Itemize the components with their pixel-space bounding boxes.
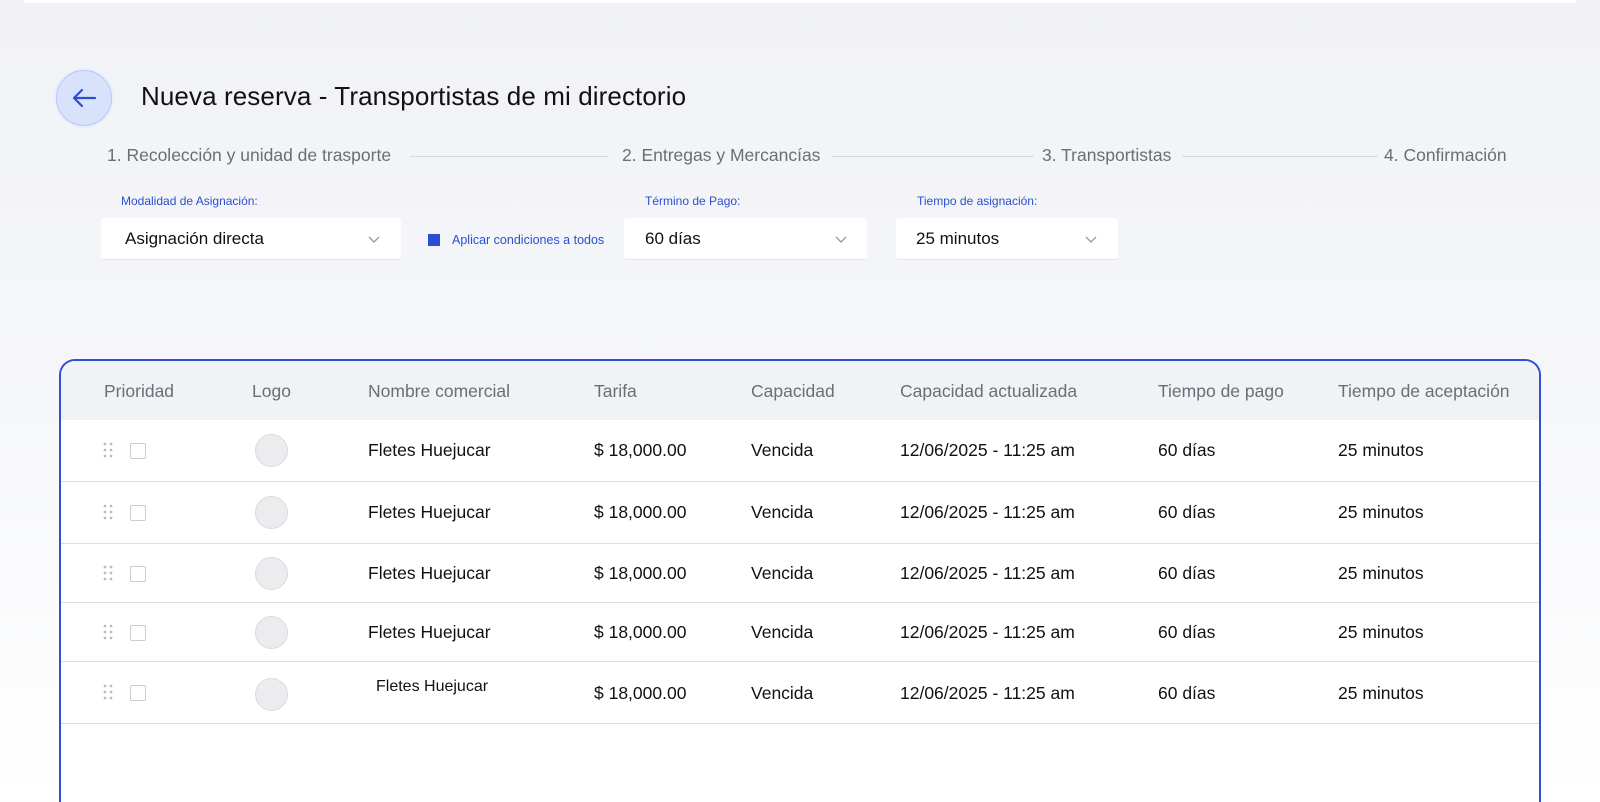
column-header-tiempo-pago: Tiempo de pago [1158,381,1284,401]
drag-handle-icon[interactable] [103,442,113,463]
cell-nombre: Fletes Huejucar [376,678,489,695]
cell-tiempo-aceptacion: 25 minutos [1338,683,1424,703]
step-divider [410,156,608,157]
column-header-tiempo-aceptacion: Tiempo de aceptación [1338,381,1510,401]
tiempo-select[interactable]: 25 minutos [896,218,1118,260]
carrier-logo [255,434,288,467]
step-transportistas[interactable]: 3. Transportistas [1042,145,1171,166]
tiempo-value: 25 minutos [916,229,1000,248]
cell-tiempo-aceptacion: 25 minutos [1338,622,1424,642]
apply-all-label: Aplicar condiciones a todos [452,233,605,247]
checkbox-checked-icon [428,234,440,246]
column-header-capacidad: Capacidad [751,381,835,401]
carrier-logo [255,616,288,649]
cell-capacidad-actualizada: 12/06/2025 - 11:25 am [900,563,1075,583]
table-row[interactable]: Fletes Huejucar $ 18,000.00 Vencida 12/0… [61,603,1539,662]
cell-tarifa: $ 18,000.00 [594,440,687,460]
cell-tiempo-pago: 60 días [1158,502,1216,522]
column-header-tarifa: Tarifa [594,381,637,401]
row-checkbox[interactable] [130,443,146,459]
cell-nombre: Fletes Huejucar [368,440,491,460]
cell-tarifa: $ 18,000.00 [594,622,687,642]
tiempo-label: Tiempo de asignación: [917,194,1038,208]
top-strip [24,0,1576,3]
termino-value: 60 días [645,229,701,248]
termino-select[interactable]: 60 días [624,218,867,260]
cell-tiempo-pago: 60 días [1158,563,1216,583]
cell-tiempo-aceptacion: 25 minutos [1338,502,1424,522]
modalidad-label: Modalidad de Asignación: [121,194,258,208]
cell-tarifa: $ 18,000.00 [594,502,687,522]
cell-capacidad-actualizada: 12/06/2025 - 11:25 am [900,502,1075,522]
cell-capacidad-actualizada: 12/06/2025 - 11:25 am [900,683,1075,703]
cell-capacidad: Vencida [751,622,814,642]
row-checkbox[interactable] [130,566,146,582]
cell-tarifa: $ 18,000.00 [594,563,687,583]
carrier-logo [255,496,288,529]
cell-capacidad: Vencida [751,440,814,460]
cell-nombre: Fletes Huejucar [368,563,491,583]
carrier-logo [255,557,288,590]
step-confirmacion[interactable]: 4. Confirmación [1384,145,1507,166]
stepper: 1. Recolección y unidad de trasporte 2. … [107,145,1509,169]
chevron-down-icon [834,232,848,251]
chevron-down-icon [367,232,381,251]
table-row[interactable]: Fletes Huejucar $ 18,000.00 Vencida 12/0… [61,420,1539,482]
cell-nombre: Fletes Huejucar [368,622,491,642]
column-header-prioridad: Prioridad [104,381,175,401]
cell-tarifa: $ 18,000.00 [594,683,687,703]
column-header-nombre: Nombre comercial [368,381,510,401]
cell-capacidad-actualizada: 12/06/2025 - 11:25 am [900,440,1075,460]
carrier-logo [255,678,288,711]
table-row[interactable]: Fletes Huejucar $ 18,000.00 Vencida 12/0… [61,544,1539,603]
step-entregas[interactable]: 2. Entregas y Mercancías [622,145,820,166]
row-checkbox[interactable] [130,625,146,641]
cell-capacidad: Vencida [751,563,814,583]
cell-tiempo-pago: 60 días [1158,622,1216,642]
row-checkbox[interactable] [130,505,146,521]
cell-capacidad-actualizada: 12/06/2025 - 11:25 am [900,622,1075,642]
cell-nombre: Fletes Huejucar [368,502,491,522]
back-button[interactable] [56,70,112,126]
arrow-left-icon [71,87,97,109]
cell-tiempo-aceptacion: 25 minutos [1338,563,1424,583]
drag-handle-icon[interactable] [103,504,113,525]
modalidad-value: Asignación directa [125,229,264,248]
table-header: Prioridad Logo Nombre comercial Tarifa C… [61,361,1539,420]
cell-tiempo-aceptacion: 25 minutos [1338,440,1424,460]
cell-tiempo-pago: 60 días [1158,683,1216,703]
chevron-down-icon [1084,232,1098,251]
termino-label: Término de Pago: [645,194,741,208]
step-divider [832,156,1034,157]
step-divider [1182,156,1378,157]
row-checkbox[interactable] [130,685,146,701]
drag-handle-icon[interactable] [103,624,113,645]
modalidad-select[interactable]: Asignación directa [101,218,401,260]
cell-capacidad: Vencida [751,683,814,703]
page-title: Nueva reserva - Transportistas de mi dir… [141,81,687,111]
table-row[interactable]: Fletes Huejucar $ 18,000.00 Vencida 12/0… [61,662,1539,724]
step-recoleccion[interactable]: 1. Recolección y unidad de trasporte [107,145,391,166]
apply-all-checkbox[interactable]: Aplicar condiciones a todos [428,232,604,248]
cell-tiempo-pago: 60 días [1158,440,1216,460]
carriers-table: Prioridad Logo Nombre comercial Tarifa C… [59,359,1541,802]
column-header-capacidad-actualizada: Capacidad actualizada [900,381,1078,401]
table-row[interactable]: Fletes Huejucar $ 18,000.00 Vencida 12/0… [61,482,1539,544]
cell-capacidad: Vencida [751,502,814,522]
drag-handle-icon[interactable] [103,684,113,705]
column-header-logo: Logo [252,381,291,401]
drag-handle-icon[interactable] [103,565,113,586]
